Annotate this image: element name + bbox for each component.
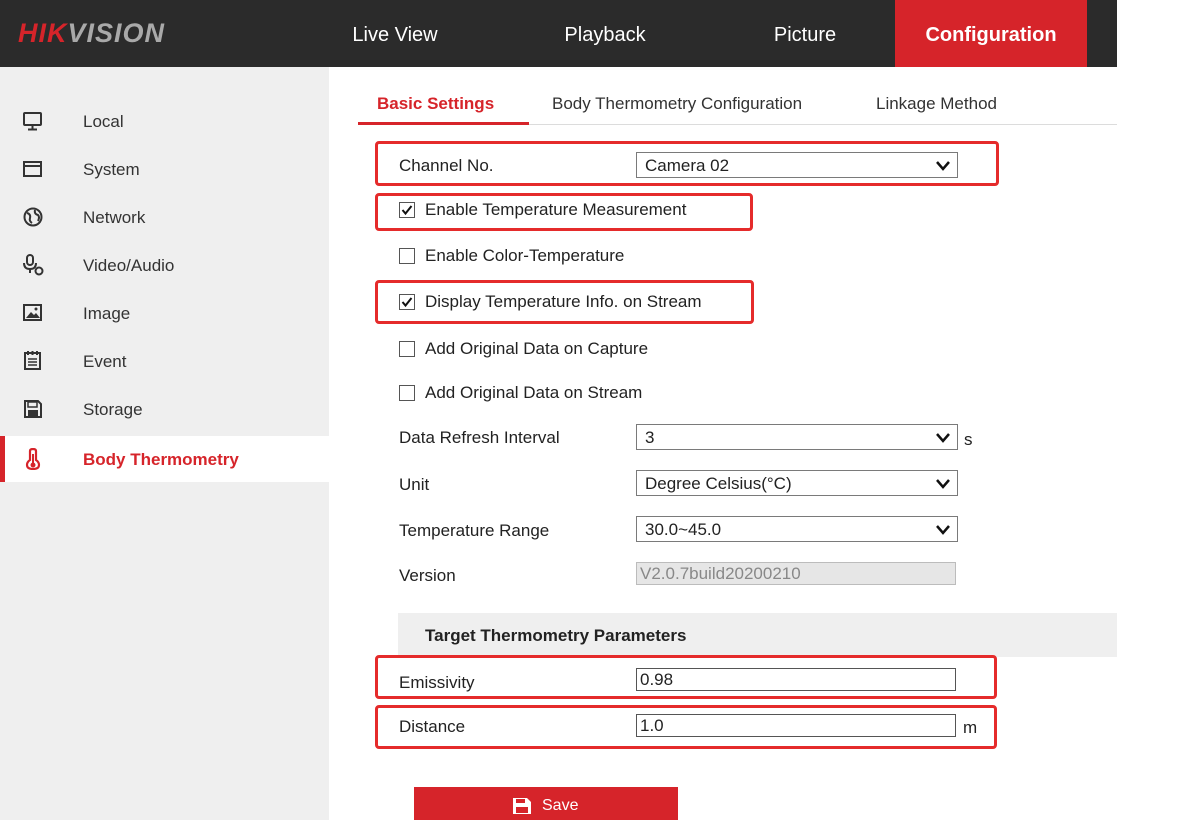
calendar-icon: [22, 350, 44, 372]
unit-select-value: Degree Celsius(°C): [645, 474, 792, 493]
checkbox-unchecked[interactable]: [399, 385, 415, 401]
version-label: Version: [399, 566, 456, 585]
checkbox-unchecked[interactable]: [399, 248, 415, 264]
image-icon: [22, 302, 44, 324]
checkbox-label: Add Original Data on Capture: [425, 339, 649, 358]
sidebar-item-label: Local: [83, 112, 124, 131]
refresh-interval-select[interactable]: 3: [636, 424, 958, 450]
checkbox-label: Display Temperature Info. on Stream: [425, 292, 702, 311]
checkbox-checked[interactable]: [399, 202, 415, 218]
monitor-icon: [22, 110, 44, 132]
section-title: Target Thermometry Parameters: [425, 626, 687, 645]
temperature-range-select[interactable]: 30.0~45.0: [636, 516, 958, 542]
sidebar-item-storage[interactable]: Storage: [0, 386, 329, 432]
sidebar-item-label: Network: [83, 208, 146, 227]
sidebar-item-label: Storage: [83, 400, 143, 419]
unit-label: Unit: [399, 475, 430, 494]
hikvision-logo: HIKVISION: [18, 18, 165, 49]
checkbox-unchecked[interactable]: [399, 341, 415, 357]
distance-unit: m: [963, 718, 978, 737]
sidebar-item-body-thermometry[interactable]: Body Thermometry: [0, 436, 329, 482]
floppy-disk-icon: [512, 797, 532, 820]
distance-label: Distance: [399, 717, 466, 736]
save-button[interactable]: Save: [414, 787, 678, 820]
active-tab-indicator: [358, 122, 529, 125]
sidebar-item-label: Body Thermometry: [83, 450, 239, 469]
logo-part-vision: VISION: [67, 18, 166, 48]
checkbox-label: Enable Color-Temperature: [425, 246, 625, 265]
sidebar: Local System Network Video/Audio Image E…: [0, 67, 329, 820]
unit-select[interactable]: Degree Celsius(°C): [636, 470, 958, 496]
tab-linkage-method[interactable]: Linkage Method: [876, 94, 997, 114]
channel-label: Channel No.: [399, 156, 494, 175]
save-button-label: Save: [542, 797, 579, 814]
chevron-down-icon: [935, 522, 951, 536]
temperature-range-value: 30.0~45.0: [645, 520, 722, 539]
checkbox-checked[interactable]: [399, 294, 415, 310]
chevron-down-icon: [935, 158, 951, 172]
checkbox-label: Enable Temperature Measurement: [425, 200, 687, 219]
distance-input[interactable]: 1.0: [636, 714, 956, 737]
sidebar-item-system[interactable]: System: [0, 146, 329, 192]
sidebar-item-label: Event: [83, 352, 127, 371]
refresh-interval-label: Data Refresh Interval: [399, 428, 560, 447]
nav-configuration[interactable]: Configuration: [895, 0, 1087, 67]
microphone-camera-icon: [22, 254, 44, 276]
version-field: V2.0.7build20200210: [636, 562, 956, 585]
emissivity-label: Emissivity: [399, 673, 475, 692]
logo-part-hik: HIK: [18, 18, 68, 48]
thermometer-icon: [22, 447, 44, 471]
sidebar-item-image[interactable]: Image: [0, 290, 329, 336]
floppy-disk-icon: [22, 398, 44, 420]
globe-icon: [22, 206, 44, 228]
channel-select-value: Camera 02: [645, 156, 730, 175]
nav-picture[interactable]: Picture: [730, 0, 880, 67]
sidebar-item-video-audio[interactable]: Video/Audio: [0, 242, 329, 288]
chevron-down-icon: [935, 476, 951, 490]
sidebar-item-label: Video/Audio: [83, 256, 175, 275]
refresh-interval-unit: s: [964, 430, 973, 449]
sidebar-item-network[interactable]: Network: [0, 194, 329, 240]
channel-select[interactable]: Camera 02: [636, 152, 958, 178]
sidebar-item-event[interactable]: Event: [0, 338, 329, 384]
nav-playback[interactable]: Playback: [530, 0, 680, 67]
tab-basic-settings[interactable]: Basic Settings: [377, 94, 494, 114]
checkbox-label: Add Original Data on Stream: [425, 383, 643, 402]
tab-body-thermometry-configuration[interactable]: Body Thermometry Configuration: [552, 94, 802, 114]
window-icon: [22, 158, 44, 180]
nav-live-view[interactable]: Live View: [330, 0, 460, 67]
sidebar-item-label: System: [83, 160, 140, 179]
temperature-range-label: Temperature Range: [399, 521, 550, 540]
emissivity-input[interactable]: 0.98: [636, 668, 956, 691]
sidebar-item-local[interactable]: Local: [0, 98, 329, 144]
chevron-down-icon: [935, 430, 951, 444]
top-navigation-bar: HIKVISION Live View Playback Picture Con…: [0, 0, 1117, 67]
sidebar-item-label: Image: [83, 304, 131, 323]
target-section-header: Target Thermometry Parameters: [398, 613, 1117, 657]
refresh-interval-value: 3: [645, 428, 655, 447]
